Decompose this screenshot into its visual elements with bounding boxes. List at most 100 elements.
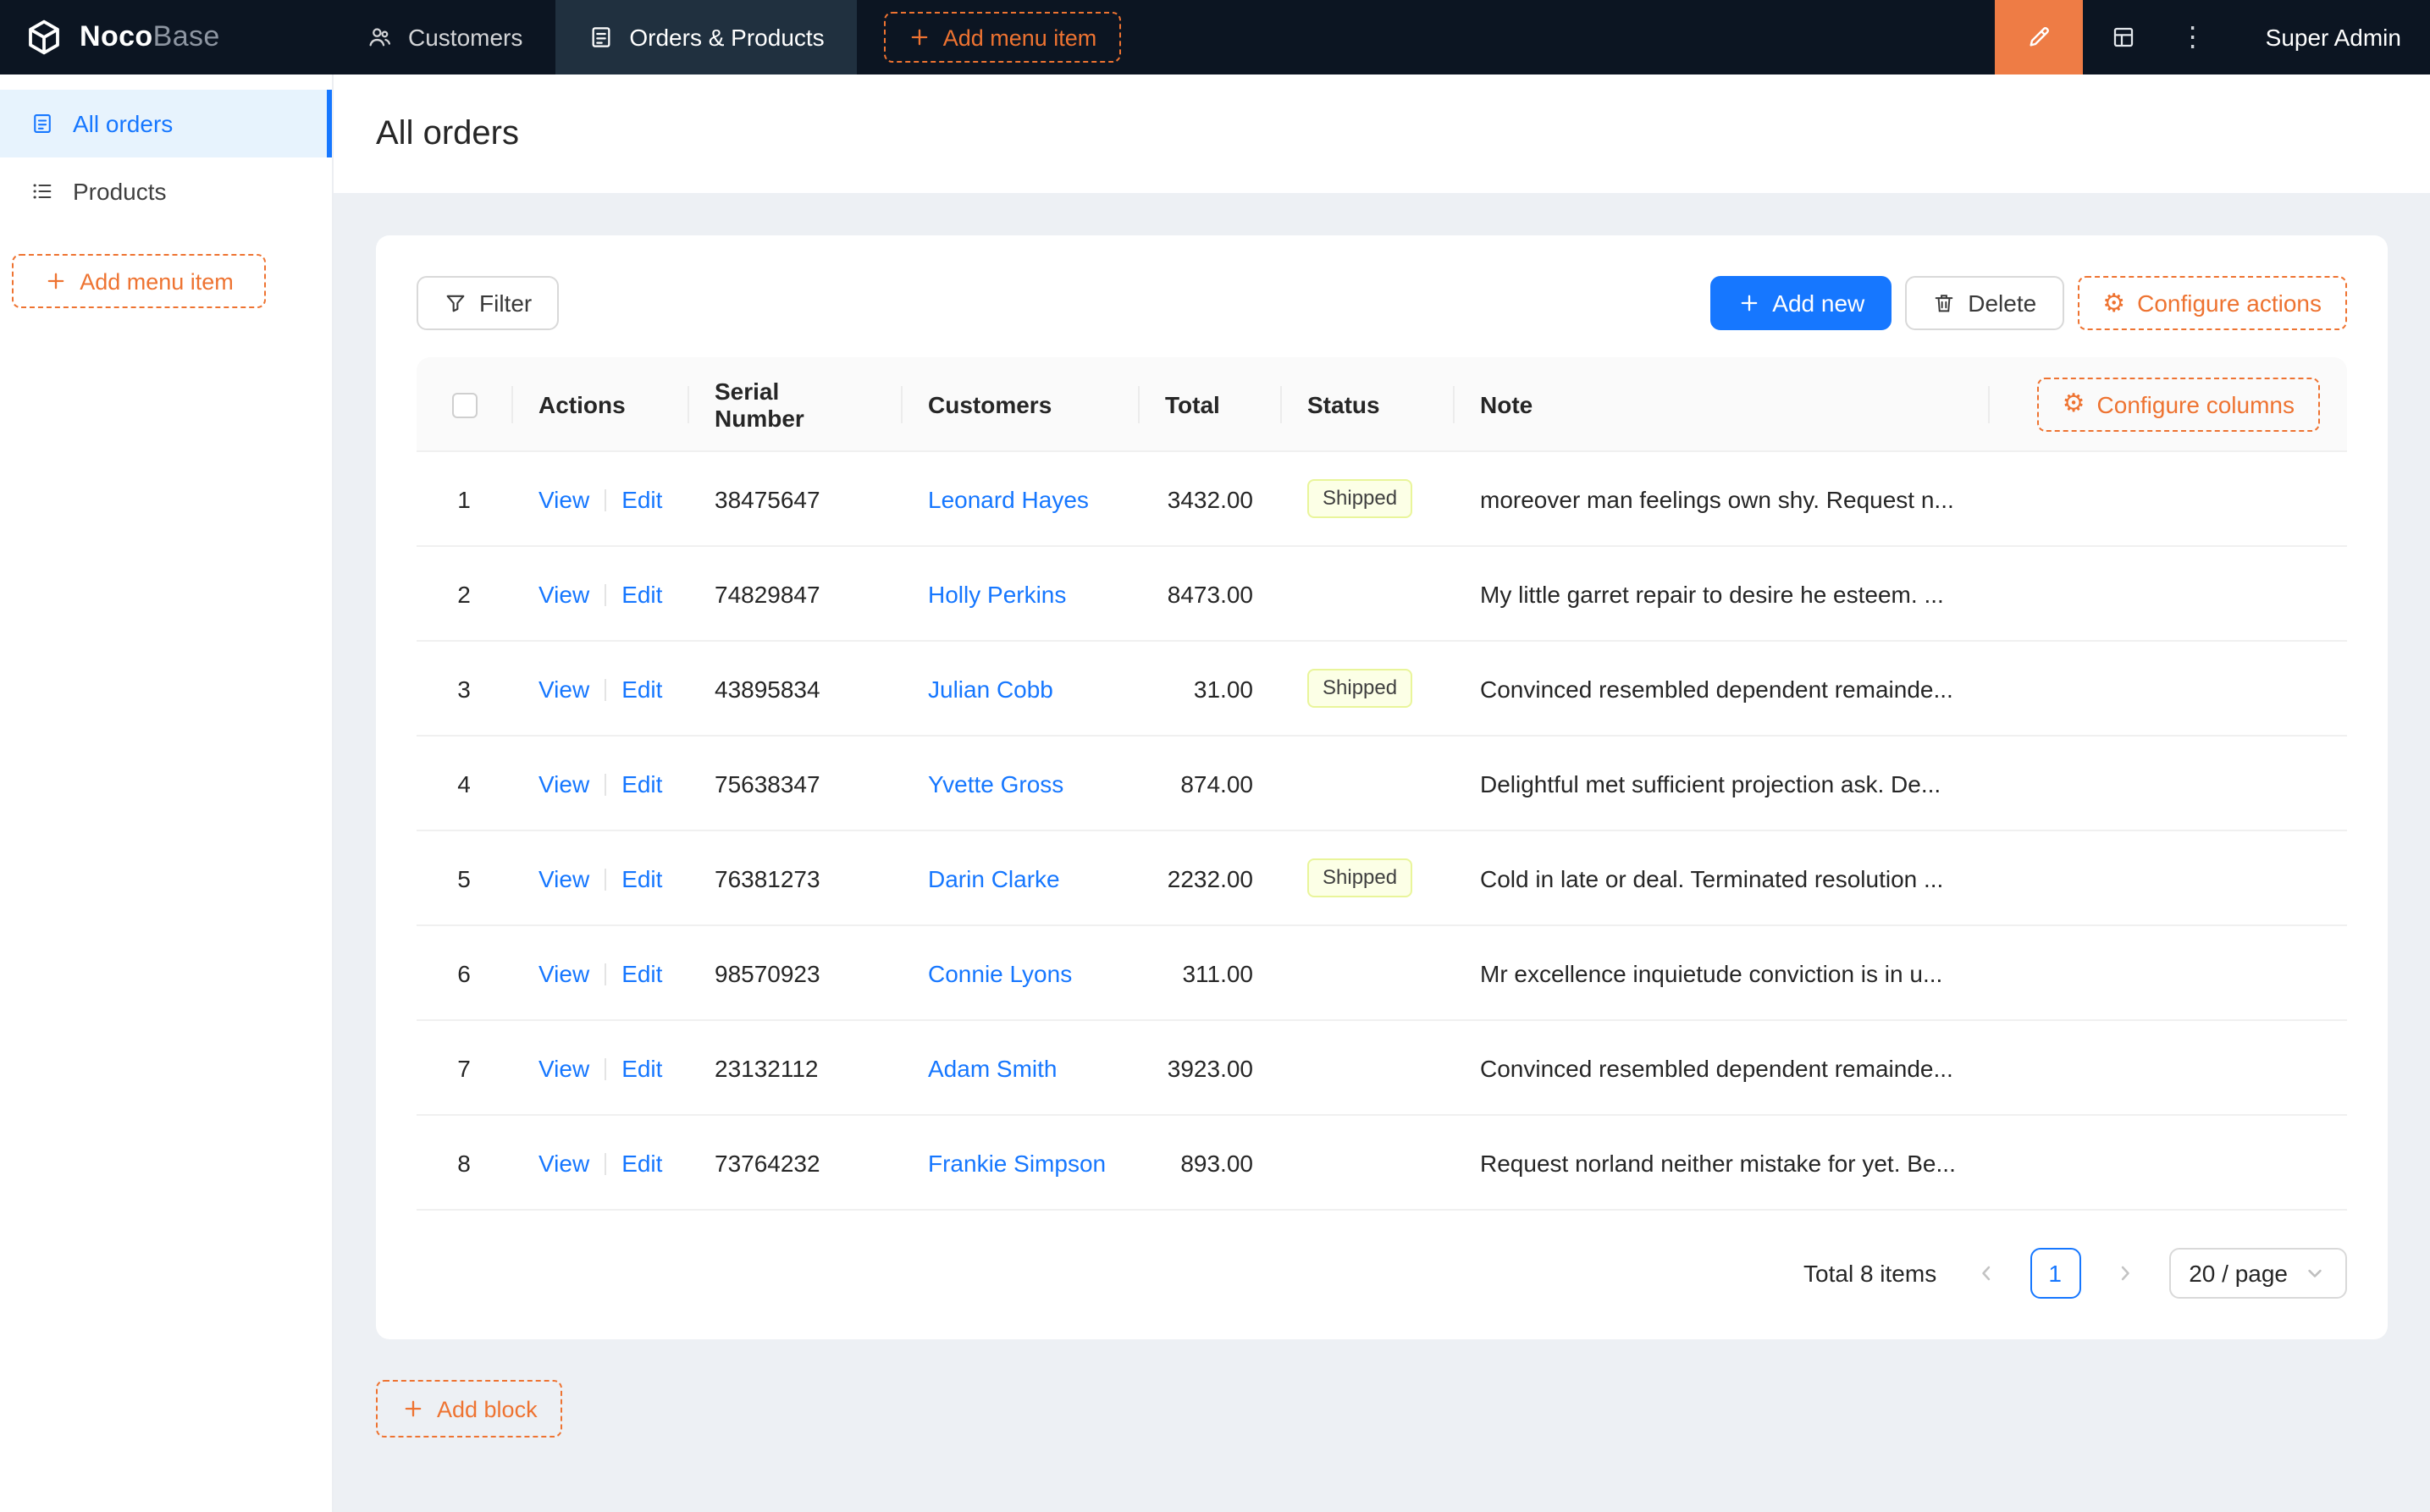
page-header: All orders <box>334 74 2430 193</box>
edit-link[interactable]: Edit <box>621 485 662 512</box>
edit-link[interactable]: Edit <box>621 675 662 702</box>
customer-cell: Leonard Hayes <box>901 452 1138 547</box>
empty-cell <box>1988 452 2347 547</box>
orders-icon <box>591 27 610 47</box>
logo-text: NocoBase <box>80 20 220 54</box>
status-cell <box>1280 926 1453 1021</box>
edit-link[interactable]: Edit <box>621 959 662 986</box>
pagination-page-1[interactable]: 1 <box>2030 1248 2081 1299</box>
page-size-select[interactable]: 20 / page <box>2168 1248 2347 1299</box>
table-grid-icon <box>2113 27 2133 47</box>
customer-link[interactable]: Julian Cobb <box>928 675 1053 702</box>
row-index: 2 <box>417 547 511 642</box>
serial-cell: 98570923 <box>688 926 901 1021</box>
row-actions: View Edit <box>511 737 688 831</box>
action-divider <box>605 1058 607 1081</box>
nav-item-orders-products[interactable]: Orders & Products <box>555 0 857 74</box>
edit-link[interactable]: Edit <box>621 864 662 891</box>
page-title: All orders <box>376 114 519 152</box>
pagination-next-button[interactable] <box>2099 1248 2150 1299</box>
add-block-button[interactable]: Add block <box>376 1380 563 1438</box>
customer-link[interactable]: Adam Smith <box>928 1054 1058 1081</box>
row-index: 8 <box>417 1116 511 1211</box>
action-divider <box>605 1153 607 1176</box>
customer-link[interactable]: Holly Perkins <box>928 580 1066 607</box>
add-new-button[interactable]: Add new <box>1709 276 1892 330</box>
pagination-prev-button[interactable] <box>1960 1248 2011 1299</box>
view-link[interactable]: View <box>538 770 589 797</box>
current-user[interactable]: Super Admin <box>2222 0 2430 74</box>
more-menu-button[interactable]: ⋮ <box>2164 0 2222 74</box>
logo-base: Base <box>152 20 220 52</box>
table-row: 1 View Edit 38475647 Leonard Hayes 3432.0… <box>417 452 2347 547</box>
page-size-value: 20 / page <box>2189 1260 2288 1287</box>
configure-actions-button[interactable]: ⚙ Configure actions <box>2077 276 2347 330</box>
form-icon <box>34 114 51 133</box>
total-cell: 311.00 <box>1138 926 1280 1021</box>
add-new-label: Add new <box>1772 290 1865 317</box>
sidebar-item-products[interactable]: Products <box>0 157 332 225</box>
filter-icon <box>446 295 465 312</box>
configure-actions-label: Configure actions <box>2137 290 2322 317</box>
customer-cell: Darin Clarke <box>901 831 1138 926</box>
view-link[interactable]: View <box>538 580 589 607</box>
customer-link[interactable]: Frankie Simpson <box>928 1149 1106 1176</box>
chevron-down-icon <box>2308 1269 2322 1277</box>
serial-cell: 75638347 <box>688 737 901 831</box>
ui-editor-button[interactable] <box>1994 0 2083 74</box>
sidebar: All orders Products Add menu item <box>0 74 334 1512</box>
sidebar-item-label: Products <box>73 178 167 205</box>
nocobase-logo[interactable]: NocoBase <box>0 0 334 74</box>
view-link[interactable]: View <box>538 675 589 702</box>
select-all-header <box>417 357 511 452</box>
view-link[interactable]: View <box>538 864 589 891</box>
serial-cell: 76381273 <box>688 831 901 926</box>
configure-columns-button[interactable]: ⚙ Configure columns <box>2036 377 2320 431</box>
table-header-row: Actions Serial Number Customers Total St… <box>417 357 2347 452</box>
nocobase-logo-icon <box>29 19 59 55</box>
action-divider <box>605 869 607 891</box>
sidebar-add-menu-item-button[interactable]: Add menu item <box>12 254 266 308</box>
row-index: 1 <box>417 452 511 547</box>
sidebar-item-all-orders[interactable]: All orders <box>0 90 332 157</box>
view-link[interactable]: View <box>538 1054 589 1081</box>
status-cell <box>1280 547 1453 642</box>
orders-table-block: Filter Add new Delete ⚙ Configure action… <box>376 235 2388 1339</box>
select-all-checkbox[interactable] <box>451 392 477 418</box>
view-link[interactable]: View <box>538 485 589 512</box>
screen: NocoBase Customers Orders & Products Add… <box>0 0 2430 1512</box>
customer-cell: Yvette Gross <box>901 737 1138 831</box>
delete-button[interactable]: Delete <box>1905 276 2064 330</box>
nav-item-customers[interactable]: Customers <box>334 0 555 74</box>
view-link[interactable]: View <box>538 959 589 986</box>
table-row: 5 View Edit 76381273 Darin Clarke 2232.00… <box>417 831 2347 926</box>
empty-cell <box>1988 831 2347 926</box>
customer-link[interactable]: Connie Lyons <box>928 959 1072 986</box>
row-actions: View Edit <box>511 926 688 1021</box>
customer-link[interactable]: Leonard Hayes <box>928 485 1089 512</box>
row-index: 3 <box>417 642 511 737</box>
table-toolbar: Filter Add new Delete ⚙ Configure action… <box>417 276 2347 330</box>
col-header-total: Total <box>1138 357 1280 452</box>
status-cell: Shipped <box>1280 642 1453 737</box>
customer-link[interactable]: Darin Clarke <box>928 864 1060 891</box>
note-cell: My little garret repair to desire he est… <box>1453 547 1988 642</box>
plus-icon <box>405 1400 422 1417</box>
customer-cell: Adam Smith <box>901 1021 1138 1116</box>
action-divider <box>605 774 607 797</box>
view-link[interactable]: View <box>538 1149 589 1176</box>
table-row: 3 View Edit 43895834 Julian Cobb 31.00 Sh… <box>417 642 2347 737</box>
customer-link[interactable]: Yvette Gross <box>928 770 1063 797</box>
edit-link[interactable]: Edit <box>621 770 662 797</box>
plus-icon <box>1740 295 1757 312</box>
nav-add-menu-item-button[interactable]: Add menu item <box>883 12 1121 63</box>
edit-link[interactable]: Edit <box>621 1054 662 1081</box>
serial-cell: 23132112 <box>688 1021 901 1116</box>
serial-cell: 38475647 <box>688 452 901 547</box>
plugin-settings-button[interactable] <box>2083 0 2164 74</box>
edit-link[interactable]: Edit <box>621 1149 662 1176</box>
status-tag: Shipped <box>1307 479 1413 518</box>
edit-link[interactable]: Edit <box>621 580 662 607</box>
pagination: Total 8 items 1 20 / page <box>417 1211 2347 1299</box>
filter-button[interactable]: Filter <box>417 276 560 330</box>
